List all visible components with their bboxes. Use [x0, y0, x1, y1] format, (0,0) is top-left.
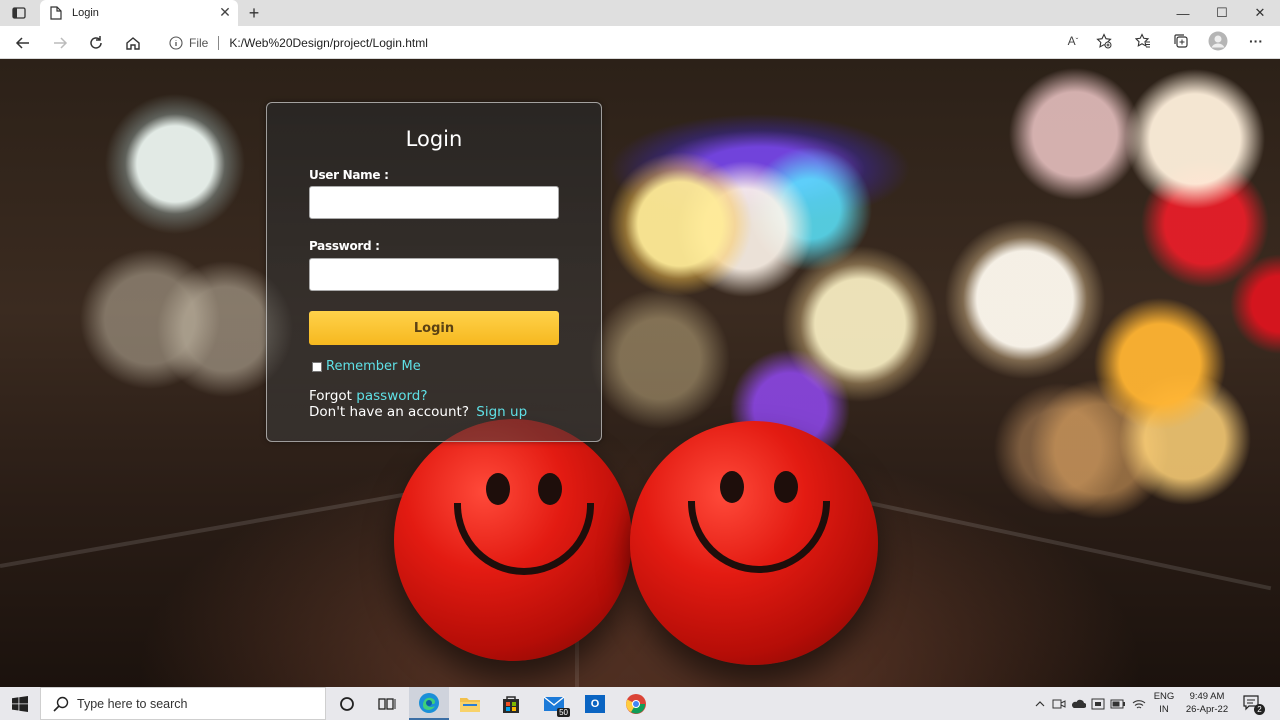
tab-login[interactable]: Login ✕	[40, 0, 238, 26]
read-aloud-icon[interactable]: Aˇ	[1062, 30, 1084, 52]
smiley-eye	[774, 471, 798, 503]
forward-arrow-icon	[54, 37, 68, 49]
bench-plank-line	[0, 491, 414, 568]
taskbar-outlook[interactable]: O	[575, 687, 615, 720]
taskbar-mail[interactable]: 50	[534, 687, 574, 720]
home-button[interactable]	[120, 30, 146, 56]
bench-plank-line	[859, 499, 1272, 591]
profile-avatar-icon[interactable]	[1207, 30, 1229, 52]
system-clock[interactable]: 9:49 AM 26-Apr-22	[1180, 690, 1234, 716]
refresh-icon	[90, 36, 102, 49]
taskbar-file-explorer[interactable]	[450, 687, 490, 720]
smiley-ball-right	[630, 421, 878, 665]
login-button[interactable]: Login	[309, 311, 559, 345]
browser-tab-bar: Login ✕ + — ☐ ✕	[0, 0, 1280, 26]
signup-prefix: Don't have an account?	[309, 404, 469, 420]
back-arrow-icon	[15, 37, 29, 49]
page-icon	[50, 6, 62, 20]
remember-me-checkbox[interactable]	[312, 361, 322, 372]
forward-button[interactable]	[47, 30, 73, 56]
add-favorite-icon[interactable]	[1093, 30, 1115, 52]
close-tab-icon[interactable]: ✕	[216, 4, 234, 22]
taskbar-search-box[interactable]: Type here to search	[40, 687, 326, 720]
smiley-eye	[720, 471, 744, 503]
forgot-prefix: Forgot	[309, 388, 352, 404]
windows-taskbar: Type here to search 50 O ENG IN 9:49 AM …	[0, 687, 1280, 720]
login-card: Login User Name : Password : Login Remem…	[266, 102, 602, 442]
forgot-password-link[interactable]: password?	[356, 388, 427, 404]
refresh-button[interactable]	[83, 30, 109, 56]
smiley-eye	[486, 473, 510, 505]
language-indicator[interactable]: ENG IN	[1152, 690, 1176, 716]
home-icon	[126, 37, 140, 50]
smiley-mouth	[688, 501, 830, 573]
store-bag-icon	[503, 695, 519, 713]
taskbar-edge[interactable]	[409, 687, 449, 720]
taskbar-store[interactable]	[491, 687, 531, 720]
taskbar-chrome[interactable]	[616, 687, 656, 720]
smiley-eye	[538, 473, 562, 505]
folder-icon	[460, 697, 480, 712]
mail-unread-badge: 50	[557, 708, 570, 717]
minimize-button[interactable]: —	[1164, 0, 1202, 26]
outlook-icon: O	[585, 694, 605, 713]
protocol-label: File	[189, 35, 209, 50]
maximize-button[interactable]: ☐	[1203, 0, 1241, 26]
page-background: Login User Name : Password : Login Remem…	[0, 59, 1280, 687]
clock-time: 9:49 AM	[1189, 691, 1225, 702]
cortana-circle-icon	[340, 696, 354, 711]
task-view-button[interactable]	[367, 687, 407, 720]
onedrive-cloud-icon[interactable]	[1070, 696, 1086, 712]
login-title: Login	[405, 127, 463, 151]
remember-me-label[interactable]: Remember Me	[326, 359, 421, 374]
cortana-button[interactable]	[327, 687, 367, 720]
smiley-mouth	[454, 503, 594, 575]
tab-title: Login	[72, 7, 99, 19]
username-label: User Name :	[309, 168, 389, 182]
forgot-password-line: Forgot password?	[309, 388, 428, 404]
language-region: IN	[1159, 704, 1169, 715]
username-input[interactable]	[309, 186, 559, 219]
signup-line: Don't have an account? Sign up	[309, 404, 527, 420]
close-window-button[interactable]: ✕	[1241, 0, 1279, 26]
search-icon	[53, 696, 69, 712]
windows-logo-icon	[12, 695, 28, 712]
address-separator	[218, 35, 220, 50]
info-icon[interactable]	[169, 35, 183, 50]
meet-now-icon[interactable]	[1051, 696, 1067, 712]
edge-browser-icon	[419, 692, 439, 713]
read-aloud-label: A	[1067, 34, 1076, 48]
show-hidden-icons-chevron-icon[interactable]	[1032, 696, 1048, 712]
more-options-icon[interactable]: ···	[1245, 30, 1267, 52]
url-text[interactable]: K:/Web%20Design/project/Login.html	[229, 36, 1123, 50]
new-tab-button[interactable]: +	[244, 3, 264, 23]
action-center-button[interactable]: 2	[1242, 694, 1265, 715]
password-label: Password :	[309, 239, 380, 253]
language-code: ENG	[1153, 691, 1175, 702]
address-bar[interactable]: File K:/Web%20Design/project/Login.html	[157, 29, 1123, 56]
wifi-icon[interactable]	[1131, 696, 1147, 712]
chrome-browser-icon	[626, 693, 646, 714]
security-icon[interactable]	[1090, 696, 1106, 712]
remember-me-row[interactable]: Remember Me	[312, 359, 421, 374]
collections-icon[interactable]	[1170, 30, 1192, 52]
browser-toolbar: File K:/Web%20Design/project/Login.html …	[0, 26, 1280, 59]
smiley-ball-left	[394, 419, 632, 661]
tab-actions-icon[interactable]	[8, 4, 30, 22]
back-button[interactable]	[10, 30, 36, 56]
clock-date: 26-Apr-22	[1185, 704, 1229, 715]
start-button[interactable]	[0, 687, 40, 720]
favorites-icon[interactable]	[1132, 30, 1154, 52]
battery-icon[interactable]	[1110, 696, 1126, 712]
notification-count-badge: 2	[1254, 704, 1265, 715]
password-input[interactable]	[309, 258, 559, 291]
search-placeholder: Type here to search	[77, 696, 188, 711]
task-view-icon	[378, 697, 396, 710]
signup-link[interactable]: Sign up	[476, 404, 527, 420]
